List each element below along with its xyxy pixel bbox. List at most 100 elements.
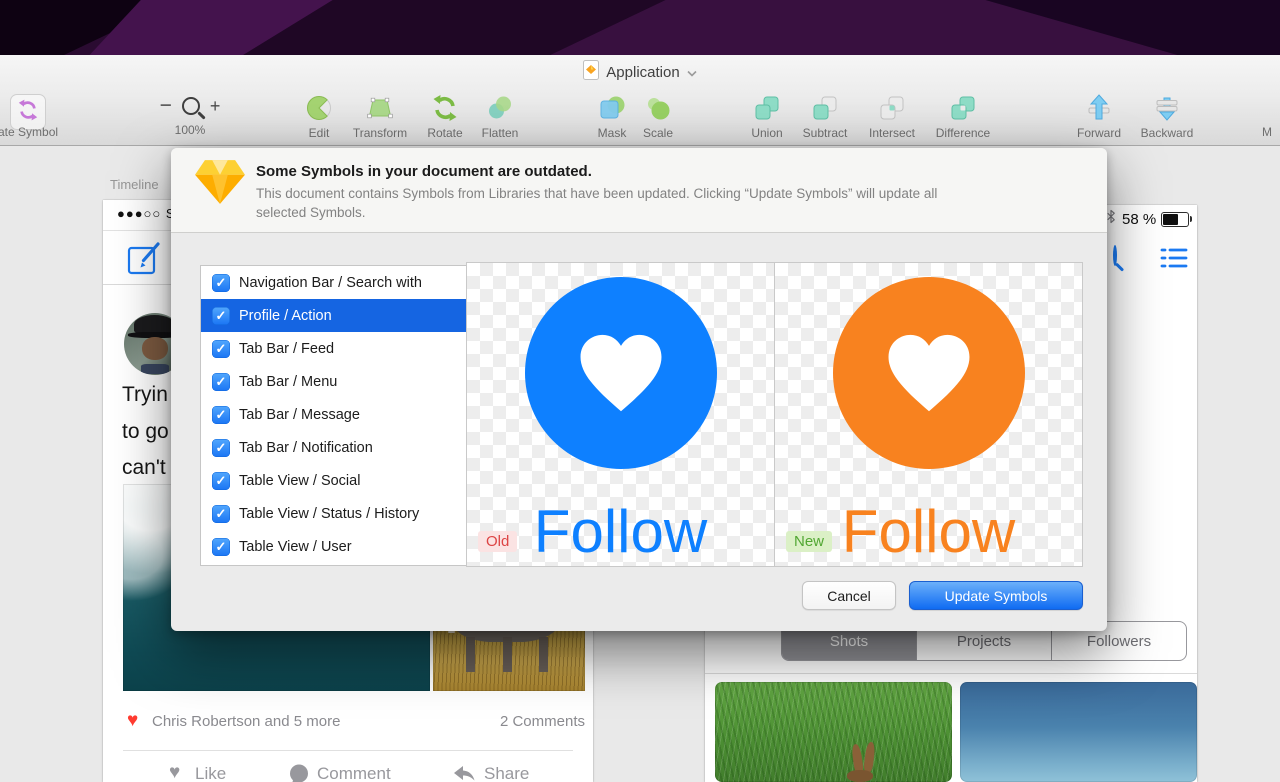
list-icon [1160, 247, 1188, 274]
symbol-label: Table View / User [239, 538, 352, 555]
toolbar-label: Difference [935, 126, 991, 140]
document-icon [583, 60, 600, 84]
dialog-description-line1: This document contains Symbols from Libr… [256, 186, 938, 201]
symbol-preview: Follow Old Follow New [466, 262, 1083, 567]
titlebar: Application [0, 60, 1280, 84]
toolbar-backward[interactable]: Backward [1122, 93, 1212, 140]
symbol-label: Tab Bar / Notification [239, 439, 373, 456]
old-badge: Old [478, 531, 518, 552]
status-bar-right: 58 % [1105, 208, 1193, 230]
post-text-line: can't [122, 456, 166, 479]
difference-icon [948, 93, 978, 123]
toolbar-label: Scale [642, 126, 674, 140]
update-symbols-dialog: Some Symbols in your document are outdat… [171, 148, 1107, 631]
symbol-row[interactable]: Table View / Social [201, 464, 467, 497]
zoom-control: − + 100% [148, 93, 232, 137]
post-text-line: to go [122, 420, 169, 443]
symbol-row[interactable]: Table View / Status / History [201, 497, 467, 530]
symbol-label: Tab Bar / Feed [239, 340, 335, 357]
scale-icon [643, 93, 673, 123]
comments-count: 2 Comments [499, 713, 585, 730]
symbol-row[interactable]: Tab Bar / Menu [201, 365, 467, 398]
backward-icon [1152, 93, 1182, 123]
toolbar-difference[interactable]: Difference [918, 93, 1008, 140]
dialog-description-line2: selected Symbols. [256, 205, 366, 220]
intersect-icon [877, 93, 907, 123]
grass-rabbit-photo [715, 682, 952, 782]
post-text-line: Tryin [122, 383, 168, 406]
symbol-row[interactable]: Table View / User [201, 530, 467, 563]
symbol-label: Tab Bar / Message [239, 406, 360, 423]
comment-label: Comment [317, 764, 391, 782]
battery-icon [1161, 211, 1193, 227]
edit-icon [304, 93, 334, 123]
search-icon [1113, 245, 1117, 266]
symbol-row[interactable]: Navigation Bar / Search with [201, 266, 467, 299]
old-symbol-panel: Follow Old [467, 263, 774, 566]
likes-heart-icon: ♥ [127, 710, 139, 731]
checkbox-checked-icon[interactable] [212, 405, 230, 424]
symbol-label: Tab Bar / Menu [239, 373, 338, 390]
new-symbol-panel: Follow New [774, 263, 1082, 566]
old-follow-circle [524, 277, 717, 469]
symbols-list[interactable]: Navigation Bar / Search with Profile / A… [200, 265, 468, 566]
symbol-row[interactable]: Tab Bar / Feed [201, 332, 467, 365]
toolbar-label: Backward [1140, 126, 1194, 140]
zoom-in-button[interactable]: + [210, 96, 221, 116]
transform-icon [365, 93, 395, 123]
forward-icon [1084, 93, 1114, 123]
checkbox-checked-icon[interactable] [212, 537, 230, 556]
artboard-title-timeline[interactable]: Timeline [110, 177, 159, 192]
like-label: Like [195, 764, 227, 782]
update-symbols-button[interactable]: Update Symbols [909, 581, 1083, 610]
share-label: Share [484, 764, 530, 782]
toolbar-label: Union [751, 126, 783, 140]
union-icon [752, 93, 782, 123]
cancel-button[interactable]: Cancel [802, 581, 896, 610]
sketch-app-icon [194, 159, 246, 210]
status-bar-signal: ●●●○○ S [117, 206, 176, 221]
toolbar-label: Forward [1076, 126, 1121, 140]
toolbar-label: Edit [308, 126, 330, 140]
window-title: Application [606, 63, 680, 81]
dialog-title: Some Symbols in your document are outdat… [256, 163, 592, 180]
flatten-icon [485, 93, 515, 123]
new-badge: New [786, 531, 833, 552]
create-symbol-label: ate Symbol [0, 125, 59, 139]
toolbar-truncated-label: M [1262, 125, 1272, 139]
share-icon [453, 765, 477, 782]
toolbar-flatten[interactable]: Flatten [455, 93, 545, 140]
new-follow-circle [832, 277, 1025, 469]
toolbar-scale[interactable]: Scale [613, 93, 703, 140]
symbol-label: Table View / Status / History [239, 505, 420, 522]
desktop-wallpaper [0, 0, 1280, 55]
battery-percent: 58 % [1122, 210, 1157, 228]
subtract-icon [810, 93, 840, 123]
toolbar-label: Flatten [481, 126, 519, 140]
checkbox-checked-icon[interactable] [212, 273, 230, 292]
sketch-window-chrome: Application ate Symbol − + 100% Edit Tra… [0, 55, 1280, 146]
likes-text: Chris Robertson and 5 more [152, 713, 341, 730]
toolbar-label: Subtract [802, 126, 848, 140]
chevron-down-icon[interactable] [687, 64, 697, 81]
symbol-row[interactable]: Tab Bar / Notification [201, 431, 467, 464]
compose-icon [127, 241, 161, 280]
checkbox-checked-icon[interactable] [212, 339, 230, 358]
sky-photo [960, 682, 1197, 782]
zoom-out-button[interactable]: − [160, 95, 172, 116]
symbol-row-selected[interactable]: Profile / Action [201, 299, 467, 332]
symbol-refresh-icon [16, 98, 40, 127]
symbol-label: Navigation Bar / Search with [239, 274, 422, 291]
checkbox-checked-icon[interactable] [212, 504, 230, 523]
symbol-row[interactable]: Tab Bar / Message [201, 398, 467, 431]
checkbox-checked-icon[interactable] [212, 438, 230, 457]
heart-icon [888, 334, 969, 411]
toolbar-label: Intersect [868, 126, 916, 140]
toolbar-label: Transform [352, 126, 408, 140]
heart-icon [580, 334, 661, 411]
checkbox-checked-icon[interactable] [212, 372, 230, 391]
comment-icon [289, 764, 309, 782]
checkbox-checked-icon[interactable] [212, 306, 230, 325]
symbol-label: Table View / Social [239, 472, 361, 489]
checkbox-checked-icon[interactable] [212, 471, 230, 490]
